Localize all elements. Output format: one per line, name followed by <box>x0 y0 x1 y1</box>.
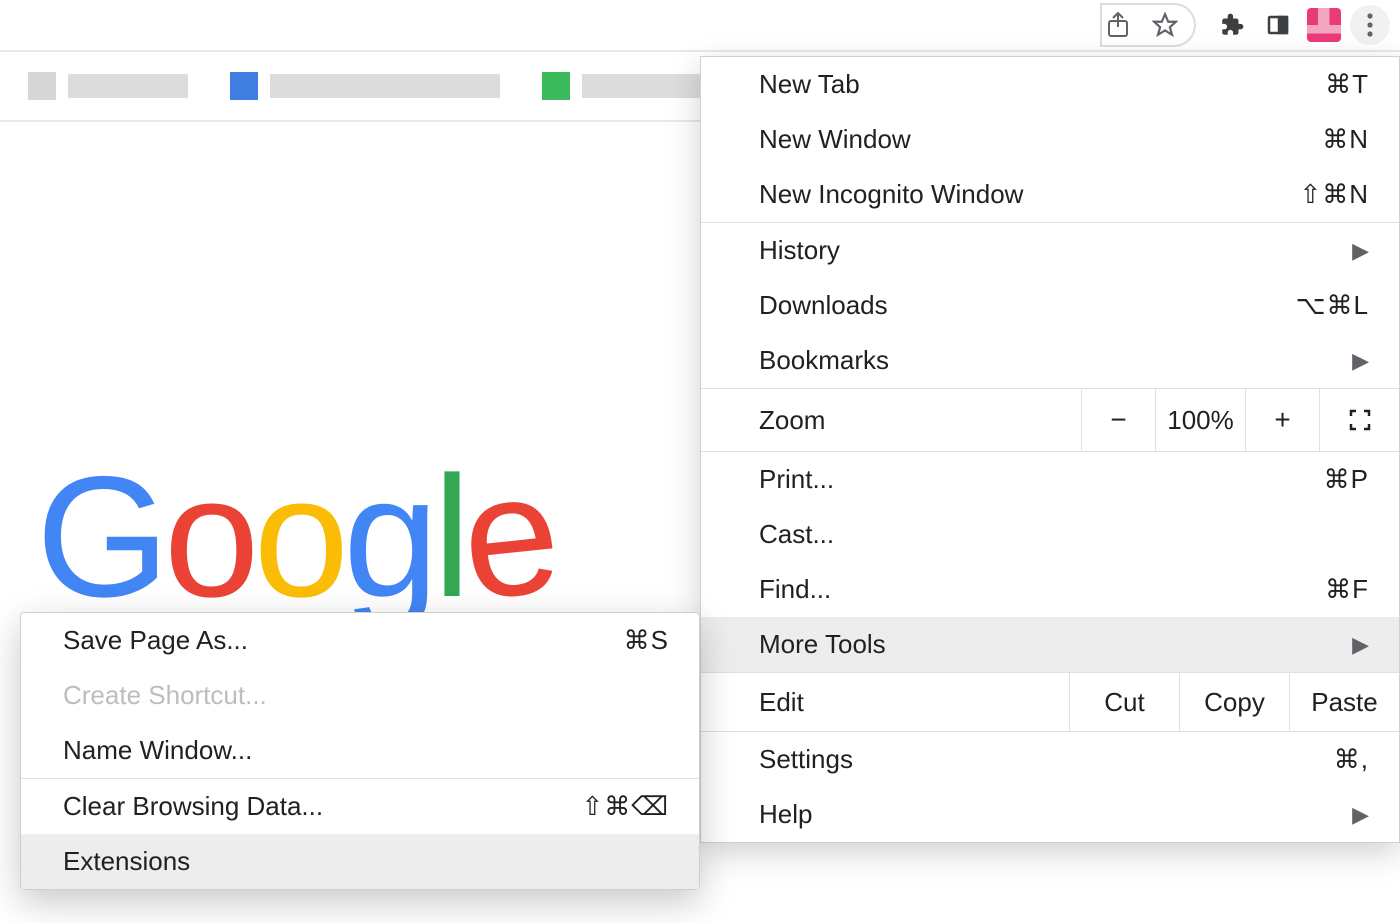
chrome-menu-button[interactable] <box>1350 5 1390 45</box>
edit-cut-button[interactable]: Cut <box>1069 673 1179 731</box>
menu-shortcut: ⌘N <box>1322 124 1369 155</box>
menu-item-label: Find... <box>759 574 831 605</box>
zoom-value: 100% <box>1155 389 1245 451</box>
menu-item-create-shortcut: Create Shortcut... <box>21 668 699 723</box>
share-icon[interactable] <box>1102 5 1133 45</box>
menu-item-label: Bookmarks <box>759 345 889 376</box>
fullscreen-button[interactable] <box>1319 389 1399 451</box>
menu-shortcut: ⌘F <box>1325 574 1369 605</box>
menu-item-label: Create Shortcut... <box>63 680 267 711</box>
menu-shortcut: ⌥⌘L <box>1296 290 1369 321</box>
menu-item-label: Downloads <box>759 290 888 321</box>
menu-item-label: New Window <box>759 124 911 155</box>
menu-item-cast[interactable]: Cast... <box>701 507 1399 562</box>
menu-shortcut: ⇧⌘⌫ <box>581 791 669 822</box>
menu-item-label: Extensions <box>63 846 190 877</box>
side-panel-icon[interactable] <box>1258 5 1298 45</box>
menu-item-label: Print... <box>759 464 834 495</box>
menu-item-downloads[interactable]: Downloads ⌥⌘L <box>701 278 1399 333</box>
menu-row-edit: Edit Cut Copy Paste <box>701 672 1399 732</box>
menu-item-label: History <box>759 235 840 266</box>
menu-item-label: New Incognito Window <box>759 179 1023 210</box>
chrome-main-menu: New Tab ⌘T New Window ⌘N New Incognito W… <box>700 56 1400 843</box>
submenu-arrow-icon: ▶ <box>1352 348 1369 374</box>
edit-paste-button[interactable]: Paste <box>1289 673 1399 731</box>
menu-item-extensions[interactable]: Extensions <box>21 834 699 889</box>
menu-item-clear-browsing-data[interactable]: Clear Browsing Data... ⇧⌘⌫ <box>21 778 699 834</box>
more-tools-submenu: Save Page As... ⌘S Create Shortcut... Na… <box>20 612 700 890</box>
menu-row-zoom: Zoom − 100% + <box>701 388 1399 452</box>
menu-item-label: New Tab <box>759 69 860 100</box>
menu-item-new-window[interactable]: New Window ⌘N <box>701 112 1399 167</box>
menu-item-more-tools[interactable]: More Tools ▶ <box>701 617 1399 672</box>
bookmark-item[interactable] <box>28 72 188 100</box>
menu-item-label: Settings <box>759 744 853 775</box>
submenu-arrow-icon: ▶ <box>1352 238 1369 264</box>
edit-copy-button[interactable]: Copy <box>1179 673 1289 731</box>
zoom-out-button[interactable]: − <box>1081 389 1155 451</box>
menu-shortcut: ⌘P <box>1324 464 1369 495</box>
menu-item-bookmarks[interactable]: Bookmarks ▶ <box>701 333 1399 388</box>
menu-item-settings[interactable]: Settings ⌘, <box>701 732 1399 787</box>
google-logo: Google <box>36 438 555 636</box>
menu-item-new-tab[interactable]: New Tab ⌘T <box>701 57 1399 112</box>
address-bar-end <box>1100 3 1196 47</box>
zoom-in-button[interactable]: + <box>1245 389 1319 451</box>
menu-item-new-incognito[interactable]: New Incognito Window ⇧⌘N <box>701 167 1399 222</box>
menu-item-help[interactable]: Help ▶ <box>701 787 1399 842</box>
extensions-puzzle-icon[interactable] <box>1212 5 1252 45</box>
edit-label: Edit <box>701 673 1069 731</box>
profile-avatar[interactable] <box>1304 5 1344 45</box>
menu-item-name-window[interactable]: Name Window... <box>21 723 699 778</box>
menu-item-label: More Tools <box>759 629 886 660</box>
submenu-arrow-icon: ▶ <box>1352 632 1369 658</box>
menu-item-history[interactable]: History ▶ <box>701 222 1399 278</box>
bookmark-item[interactable] <box>230 72 500 100</box>
browser-toolbar <box>0 0 1400 52</box>
menu-shortcut: ⌘T <box>1325 69 1369 100</box>
menu-item-label: Save Page As... <box>63 625 248 656</box>
menu-item-print[interactable]: Print... ⌘P <box>701 452 1399 507</box>
menu-shortcut: ⇧⌘N <box>1299 179 1369 210</box>
menu-item-find[interactable]: Find... ⌘F <box>701 562 1399 617</box>
menu-item-save-page-as[interactable]: Save Page As... ⌘S <box>21 613 699 668</box>
menu-item-label: Help <box>759 799 812 830</box>
menu-shortcut: ⌘, <box>1334 744 1369 775</box>
menu-item-label: Cast... <box>759 519 834 550</box>
menu-item-label: Name Window... <box>63 735 252 766</box>
menu-shortcut: ⌘S <box>624 625 669 656</box>
bookmark-star-icon[interactable] <box>1149 5 1180 45</box>
submenu-arrow-icon: ▶ <box>1352 802 1369 828</box>
zoom-label: Zoom <box>701 389 1081 451</box>
menu-item-label: Clear Browsing Data... <box>63 791 323 822</box>
